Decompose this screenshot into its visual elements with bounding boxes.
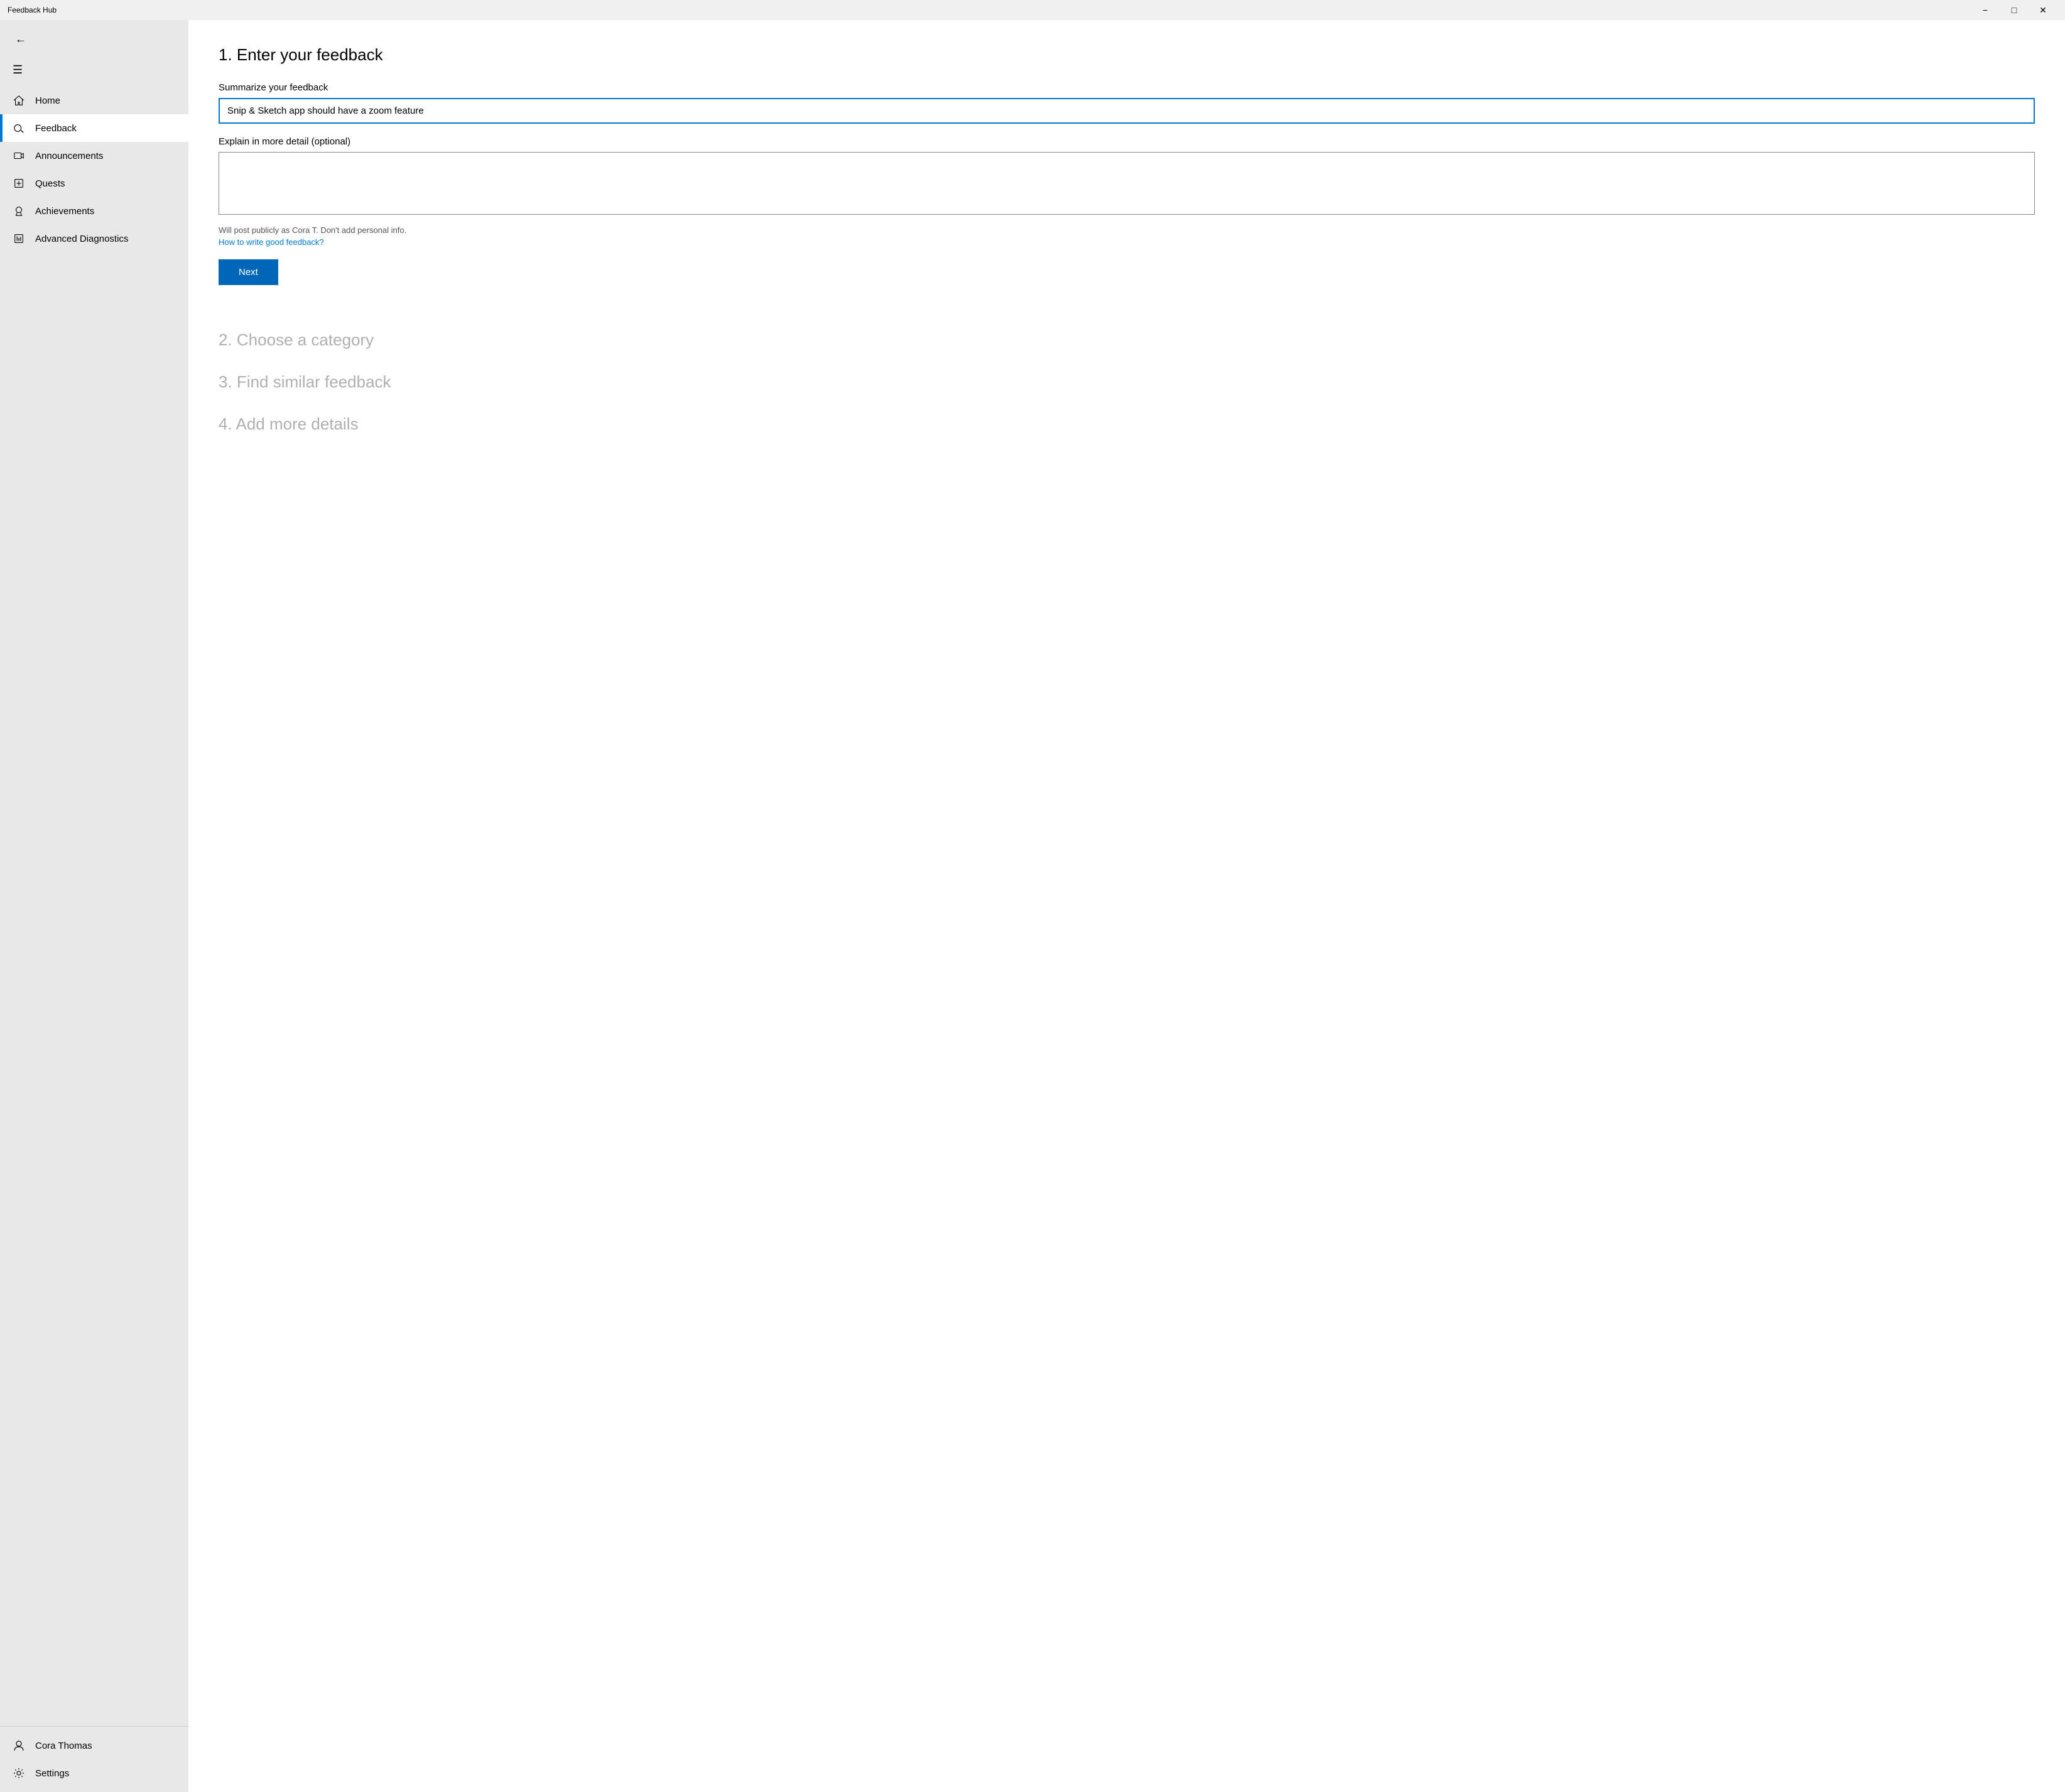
minimize-button[interactable]: − bbox=[1971, 0, 2000, 20]
sidebar-item-quests[interactable]: Quests bbox=[0, 170, 188, 197]
user-profile[interactable]: Cora Thomas bbox=[0, 1732, 188, 1759]
sidebar-item-advanced-diagnostics[interactable]: Advanced Diagnostics bbox=[0, 225, 188, 252]
next-button[interactable]: Next bbox=[219, 259, 278, 285]
nav-menu: Home Feedback Announce bbox=[0, 87, 188, 1726]
sidebar-item-home-label: Home bbox=[35, 95, 60, 106]
settings-icon bbox=[13, 1767, 25, 1779]
sidebar-header: ← bbox=[0, 20, 188, 58]
step2-title: 2. Choose a category bbox=[219, 330, 2035, 350]
sidebar-item-announcements-label: Announcements bbox=[35, 151, 103, 161]
app-title: Feedback Hub bbox=[8, 6, 1971, 14]
sidebar-item-announcements[interactable]: Announcements bbox=[0, 142, 188, 170]
main-content: 1. Enter your feedback Summarize your fe… bbox=[188, 20, 2065, 1792]
home-icon bbox=[13, 94, 25, 107]
quests-icon bbox=[13, 177, 25, 190]
sidebar-item-feedback[interactable]: Feedback bbox=[0, 114, 188, 142]
summary-label: Summarize your feedback bbox=[219, 82, 2035, 93]
feedback-link[interactable]: How to write good feedback? bbox=[219, 237, 2035, 247]
close-button[interactable]: ✕ bbox=[2029, 0, 2057, 20]
feedback-icon bbox=[13, 122, 25, 134]
user-icon bbox=[13, 1739, 25, 1752]
hamburger-button[interactable]: ☰ bbox=[0, 58, 188, 82]
sidebar-item-quests-label: Quests bbox=[35, 178, 65, 189]
step1-title: 1. Enter your feedback bbox=[219, 45, 2035, 65]
announcements-icon bbox=[13, 149, 25, 162]
hamburger-icon: ☰ bbox=[13, 63, 23, 77]
user-name: Cora Thomas bbox=[35, 1741, 92, 1751]
detail-label: Explain in more detail (optional) bbox=[219, 136, 2035, 147]
sidebar-item-home[interactable]: Home bbox=[0, 87, 188, 114]
window-controls: − □ ✕ bbox=[1971, 0, 2057, 20]
step3-title: 3. Find similar feedback bbox=[219, 372, 2035, 392]
sidebar-item-achievements-label: Achievements bbox=[35, 206, 94, 217]
sidebar-item-advanced-diagnostics-label: Advanced Diagnostics bbox=[35, 234, 128, 244]
maximize-button[interactable]: □ bbox=[2000, 0, 2029, 20]
sidebar-item-feedback-label: Feedback bbox=[35, 123, 77, 134]
back-icon: ← bbox=[15, 33, 26, 46]
step4-title: 4. Add more details bbox=[219, 414, 2035, 434]
achievements-icon bbox=[13, 205, 25, 217]
app-container: ← ☰ Home bbox=[0, 20, 2065, 1792]
back-button[interactable]: ← bbox=[13, 30, 29, 48]
settings-label: Settings bbox=[35, 1768, 69, 1779]
summary-input[interactable] bbox=[219, 98, 2035, 124]
settings-item[interactable]: Settings bbox=[0, 1759, 188, 1787]
sidebar-footer: Cora Thomas Settings bbox=[0, 1726, 188, 1792]
diagnostics-icon bbox=[13, 232, 25, 245]
detail-textarea[interactable] bbox=[219, 152, 2035, 215]
public-note: Will post publicly as Cora T. Don't add … bbox=[219, 225, 2035, 235]
sidebar: ← ☰ Home bbox=[0, 20, 188, 1792]
title-bar: Feedback Hub − □ ✕ bbox=[0, 0, 2065, 20]
sidebar-item-achievements[interactable]: Achievements bbox=[0, 197, 188, 225]
